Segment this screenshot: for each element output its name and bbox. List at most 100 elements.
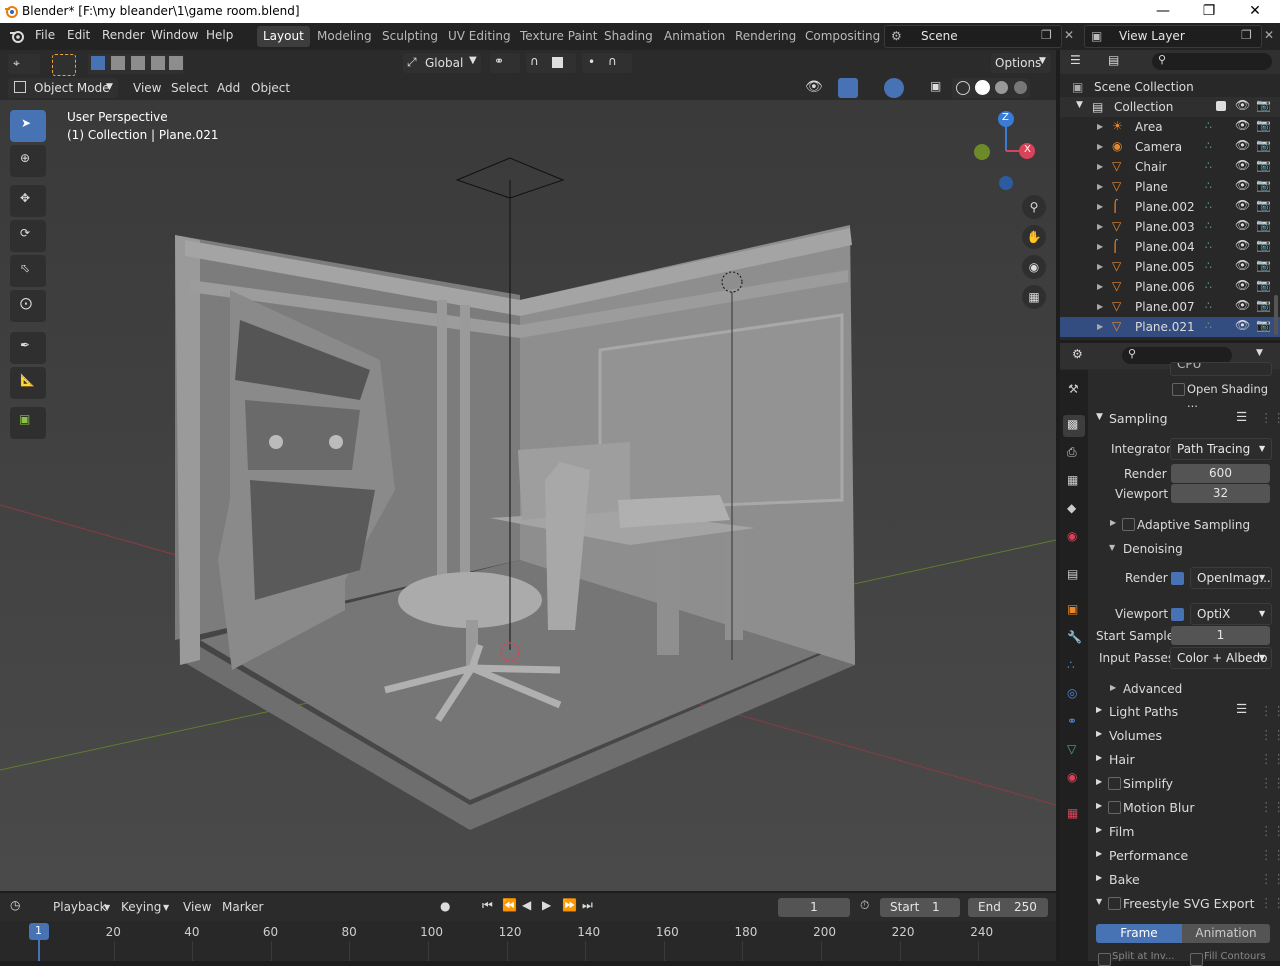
freestyle-frame-tab[interactable]: Frame [1096,924,1182,943]
eye-icon[interactable]: 👁 [1235,218,1250,232]
transform-tool[interactable]: ⨀ [10,290,46,322]
menu-help[interactable]: Help [206,28,233,42]
pan-hand-icon[interactable]: ✋ [1022,225,1046,249]
panel-collapsed[interactable]: ▶ Bake ⋮⋮ [1088,868,1280,892]
render-tab-icon[interactable]: ▩ [1063,415,1085,437]
material-shading-icon[interactable] [995,81,1008,94]
object-tab-icon[interactable]: ▣ [1063,600,1085,622]
annotate-tool[interactable]: ✒ [10,332,46,364]
scene-tab-icon[interactable]: ◆ [1063,499,1085,521]
denoise-render-checkbox[interactable] [1171,572,1184,585]
integrator-dropdown[interactable]: Path Tracing ▼ [1170,438,1272,460]
camera-render-icon[interactable]: 📷 [1256,218,1271,232]
set-selection-icon[interactable] [91,56,105,70]
chevron-right-icon[interactable]: ▶ [1097,322,1103,331]
menu-marker[interactable]: Marker [222,900,263,914]
jump-start-icon[interactable]: ⏮ [482,898,493,913]
camera-render-icon[interactable]: 📷 [1256,138,1271,152]
outliner-item[interactable]: ▶ ▽ Chair ∴ 👁 📷 [1060,157,1280,177]
input-passes-dropdown[interactable]: Color + Albedo ▼ [1170,647,1272,669]
eye-icon[interactable]: 👁 [1235,298,1250,312]
panel-collapsed[interactable]: ▶ Performance ⋮⋮ [1088,844,1280,868]
panel-collapsed[interactable]: ▼ Freestyle SVG Export ⋮⋮ [1088,892,1280,916]
y-axis-handle[interactable] [974,144,990,160]
chevron-right-icon[interactable]: ▶ [1097,262,1103,271]
fill-contours-checkbox[interactable] [1190,953,1203,966]
panel-enable-checkbox[interactable] [1108,777,1121,790]
drag-handle-icon[interactable]: ⋮⋮ [1260,775,1280,790]
chevron-right-icon[interactable]: ▶ [1097,182,1103,191]
tab-sculpting[interactable]: Sculpting [376,26,444,47]
drag-handle-icon[interactable]: ⋮⋮ [1260,895,1280,910]
minimize-button[interactable]: — [1140,0,1186,23]
measure-tool[interactable]: 📐 [10,367,46,399]
tab-shading[interactable]: Shading [598,26,659,47]
panel-collapsed[interactable]: ▶ Motion Blur ⋮⋮ [1088,796,1280,820]
display-mode-icon[interactable]: ▤ [1108,53,1119,67]
outliner-scrollbar[interactable] [1274,295,1278,335]
start-sample-field[interactable]: 1 [1171,626,1270,645]
panel-collapsed[interactable]: ▶ Film ⋮⋮ [1088,820,1280,844]
rotate-tool[interactable]: ⟳ [10,220,46,252]
eye-icon[interactable]: 👁 [1235,278,1250,292]
material-tab-icon[interactable]: ◉ [1063,768,1085,790]
chevron-right-icon[interactable]: ▶ [1097,202,1103,211]
render-samples-field[interactable]: 600 [1171,464,1270,483]
outliner-row-scene-collection[interactable]: ▣ Scene Collection [1060,77,1280,97]
collection-tab-icon[interactable]: ▤ [1063,565,1085,587]
panel-collapsed[interactable]: ▶ Hair ⋮⋮ [1088,748,1280,772]
output-tab-icon[interactable]: ⎙ [1063,443,1085,465]
close-window-button[interactable]: ✕ [1232,0,1278,23]
tab-uv-editing[interactable]: UV Editing [442,26,517,47]
shading-mode-buttons[interactable] [952,78,1030,98]
current-frame-field[interactable]: 1 [778,898,850,917]
menu-render[interactable]: Render [102,28,145,42]
chevron-right-icon[interactable]: ▶ [1110,518,1116,527]
menu-file[interactable]: File [35,28,55,42]
remove-scene-icon[interactable]: ✕ [1064,28,1074,42]
rendered-shading-icon[interactable] [1014,81,1027,94]
chevron-right-icon[interactable]: ▶ [1097,222,1103,231]
pivot-point-dropdown[interactable]: ⚭ [490,53,520,73]
view-layer-tab-icon[interactable]: ▦ [1063,471,1085,493]
xray-toggle-icon[interactable]: ▣ [930,79,941,93]
panel-collapsed[interactable]: ▶ Light Paths ☰ ⋮⋮ [1088,700,1280,724]
new-scene-icon[interactable]: ❐ [1041,28,1052,42]
chevron-down-icon[interactable]: ▼ [1076,100,1083,110]
list-icon[interactable]: ☰ [1236,701,1247,716]
blender-menu-icon[interactable] [8,28,26,44]
cursor-tool[interactable]: ⊕ [10,145,46,177]
chevron-right-icon[interactable]: ▶ [1097,162,1103,171]
view-layer-selector[interactable]: ▣ View Layer ❐ [1084,25,1262,48]
gizmo-toggle-icon[interactable] [838,78,858,98]
eye-icon[interactable]: 👁 [1235,238,1250,252]
perspective-toggle-icon[interactable]: ▦ [1022,285,1046,309]
world-tab-icon[interactable]: ◉ [1063,527,1085,549]
panel-enable-checkbox[interactable] [1108,897,1121,910]
modifier-tab-icon[interactable]: 🔧 [1063,628,1085,650]
drag-handle-icon[interactable]: ⋮⋮ [1260,871,1280,886]
chevron-right-icon[interactable]: ▶ [1097,142,1103,151]
freestyle-animation-tab[interactable]: Animation [1182,924,1270,943]
drag-handle-icon[interactable]: ⋮⋮ [1260,751,1280,766]
restore-button[interactable]: ❐ [1186,0,1232,23]
open-shading-checkbox[interactable] [1172,383,1185,396]
select-tool-icon[interactable] [52,54,76,76]
menu-select[interactable]: Select [171,81,208,95]
eye-icon[interactable]: 👁 [1235,138,1250,152]
new-view-layer-icon[interactable]: ❐ [1241,28,1252,42]
eye-icon[interactable]: 👁 [1235,318,1250,332]
chevron-right-icon[interactable]: ▶ [1097,282,1103,291]
visibility-eye-icon[interactable]: 👁 [805,79,823,95]
camera-render-icon[interactable]: 📷 [1256,98,1271,112]
data-tab-icon[interactable]: ▽ [1063,740,1085,762]
outliner-search-input[interactable]: ⚲ [1152,53,1272,70]
play-icon[interactable]: ▶ [542,898,551,912]
remove-view-layer-icon[interactable]: ✕ [1264,28,1274,42]
record-icon[interactable]: ● [440,899,450,913]
outliner-row-collection[interactable]: ▼ ▤ Collection 👁 📷 [1060,97,1280,117]
outliner-item[interactable]: ▶ ▽ Plane.005 ∴ 👁 📷 [1060,257,1280,277]
collection-checkbox[interactable] [1216,101,1226,111]
play-reverse-icon[interactable]: ◀ [522,898,531,912]
menu-playback[interactable]: Playback [53,900,107,914]
